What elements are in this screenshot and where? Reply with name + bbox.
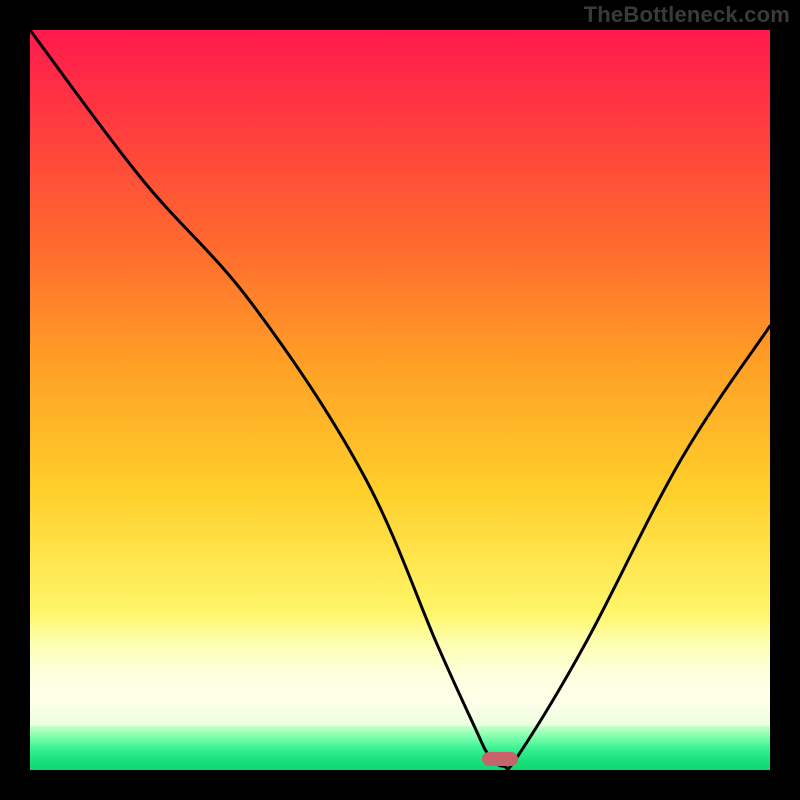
plot-area [30, 30, 770, 770]
chart-frame: TheBottleneck.com [0, 0, 800, 800]
optimal-marker [482, 752, 518, 766]
curve-path [30, 30, 770, 769]
watermark-text: TheBottleneck.com [584, 2, 790, 28]
bottleneck-curve [30, 30, 770, 770]
